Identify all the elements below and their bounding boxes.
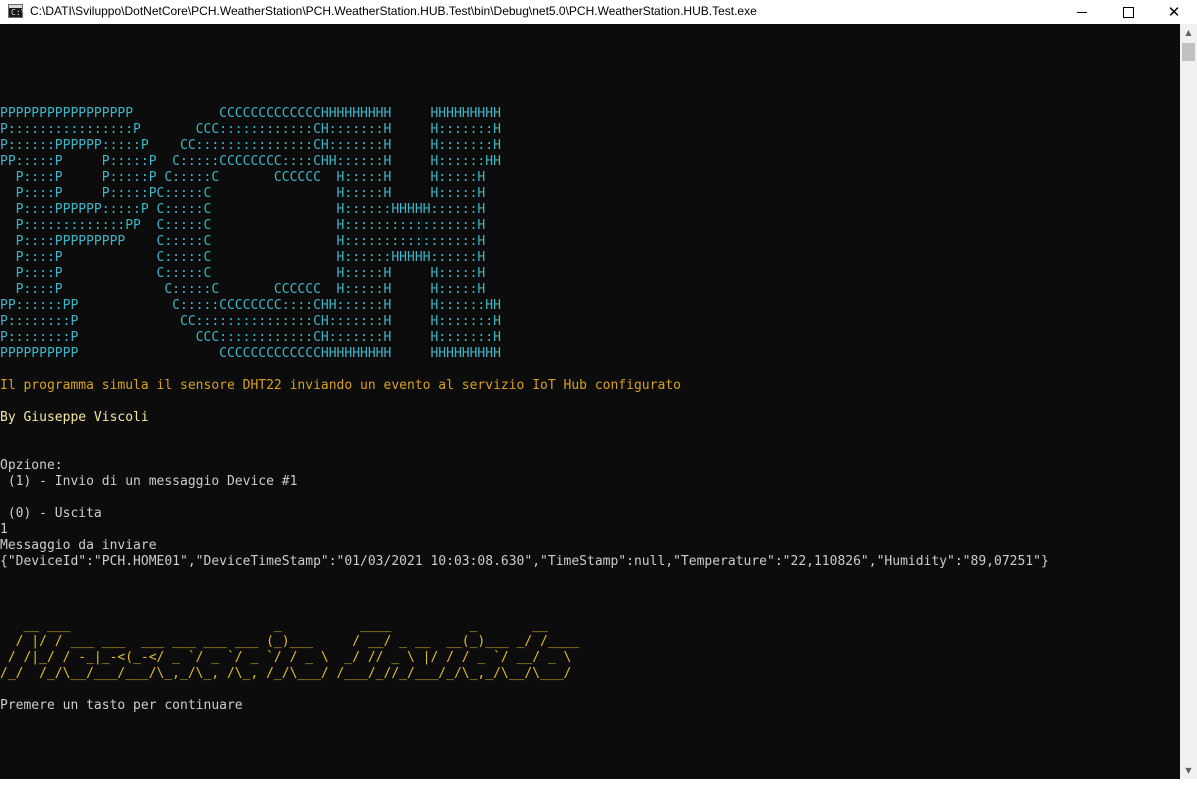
option-send-message: (1) - Invio di un messaggio Device #1 bbox=[0, 474, 298, 489]
window-bottom-edge bbox=[0, 779, 1197, 807]
scroll-up-arrow-icon[interactable]: ▲ bbox=[1180, 24, 1197, 41]
scroll-down-arrow-icon[interactable]: ▼ bbox=[1180, 762, 1197, 779]
program-description: Il programma simula il sensore DHT22 inv… bbox=[0, 378, 681, 393]
message-sent-ascii-art: __ ___ _ ____ _ __ / |/ / ___ ___ ___ __… bbox=[0, 618, 580, 681]
console-output[interactable]: PPPPPPPPPPPPPPPPP CCCCCCCCCCCCCHHHHHHHHH… bbox=[0, 24, 1180, 779]
console-app-icon-text: C:\ bbox=[11, 8, 26, 17]
pch-ascii-banner: PPPPPPPPPPPPPPPPP CCCCCCCCCCCCCHHHHHHHHH… bbox=[0, 106, 501, 361]
close-button[interactable]: ✕ bbox=[1151, 0, 1197, 24]
minimize-button[interactable] bbox=[1059, 0, 1105, 24]
author-line: By Giuseppe Viscoli bbox=[0, 410, 149, 425]
option-header: Opzione: bbox=[0, 458, 63, 473]
window-title: C:\DATI\Sviluppo\DotNetCore\PCH.WeatherS… bbox=[30, 4, 757, 18]
close-icon: ✕ bbox=[1167, 2, 1181, 21]
option-exit: (0) - Uscita bbox=[0, 506, 102, 521]
maximize-icon bbox=[1122, 6, 1134, 18]
vertical-scrollbar[interactable]: ▲ ▼ bbox=[1180, 24, 1197, 779]
window-titlebar[interactable]: C:\ C:\DATI\Sviluppo\DotNetCore\PCH.Weat… bbox=[0, 0, 1197, 24]
console-app-icon[interactable]: C:\ bbox=[8, 4, 26, 18]
scrollbar-thumb[interactable] bbox=[1182, 43, 1195, 61]
minimize-icon bbox=[1077, 11, 1087, 13]
maximize-button[interactable] bbox=[1105, 0, 1151, 24]
message-label: Messaggio da inviare bbox=[0, 538, 157, 553]
message-json: {"DeviceId":"PCH.HOME01","DeviceTimeStam… bbox=[0, 554, 1049, 569]
continue-prompt: Premere un tasto per continuare bbox=[0, 698, 243, 713]
user-input: 1 bbox=[0, 522, 8, 537]
